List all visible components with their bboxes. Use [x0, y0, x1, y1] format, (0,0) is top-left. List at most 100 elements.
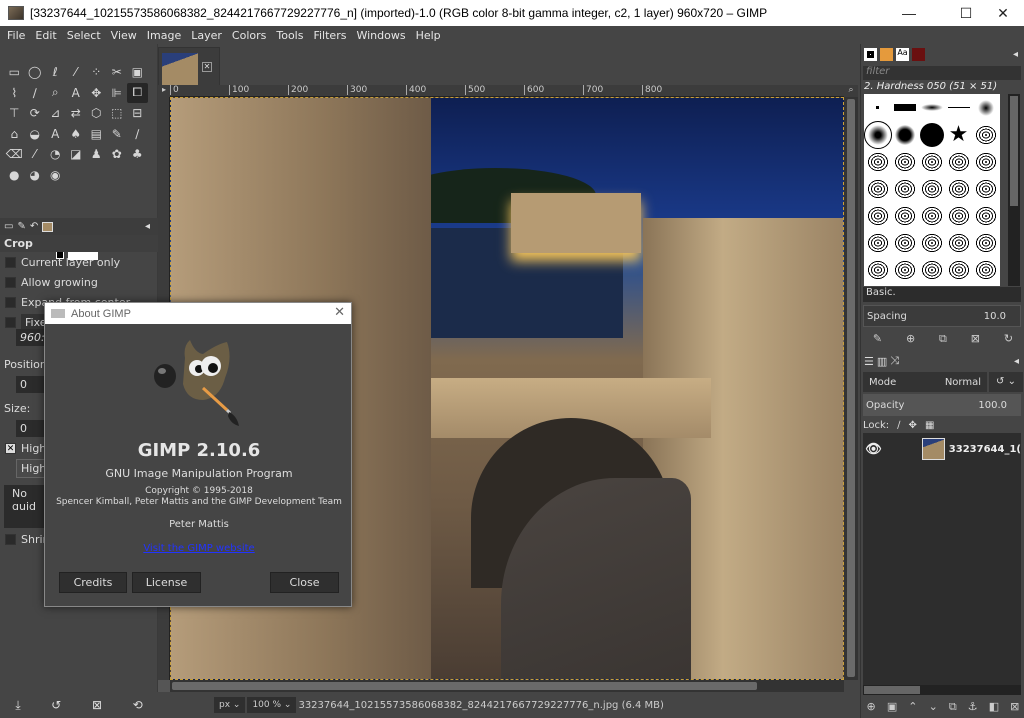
close-button[interactable]: Close [270, 572, 339, 593]
brush-preview[interactable] [891, 229, 918, 256]
brush-preview[interactable] [918, 202, 945, 229]
new-brush-icon[interactable]: ⊕ [906, 332, 915, 346]
color-picker-tool-icon[interactable]: ∕ [25, 83, 46, 104]
scrollbar-thumb[interactable] [1010, 96, 1018, 206]
patterns-tab-icon[interactable] [880, 47, 893, 61]
brush-preview[interactable] [864, 120, 892, 149]
minimize-button[interactable]: — [886, 0, 932, 26]
brush-preview[interactable] [972, 256, 999, 283]
scissors-tool-icon[interactable]: ✂ [107, 62, 128, 83]
brush-preview[interactable] [945, 256, 972, 283]
brush-preview[interactable] [918, 148, 945, 175]
composite-mode-dropdown[interactable]: ↺ ⌄ [989, 372, 1023, 392]
menu-tools[interactable]: Tools [271, 29, 308, 42]
menu-edit[interactable]: Edit [30, 29, 61, 42]
perspective-tool-icon[interactable]: ⬚ [107, 103, 128, 124]
save-options-icon[interactable]: ⤓ [15, 698, 20, 713]
bucket-fill-tool-icon[interactable]: ◒ [25, 124, 46, 145]
undo-history-tab-icon[interactable]: ↶ [30, 221, 38, 232]
delete-options-icon[interactable]: ⊠ [92, 698, 102, 712]
brush-preview[interactable] [945, 202, 972, 229]
dodge-tool-icon[interactable]: ◉ [45, 165, 66, 186]
scrollbar-thumb[interactable] [864, 686, 920, 694]
brush-preview[interactable] [918, 175, 945, 202]
checkbox-box[interactable] [5, 316, 16, 328]
handle-transform-tool-icon[interactable]: ⊟ [127, 103, 148, 124]
device-status-tab-icon[interactable]: ✎ [17, 221, 25, 232]
brush-preview[interactable] [972, 121, 999, 148]
delete-layer-icon[interactable]: ⊠ [1010, 700, 1019, 714]
brush-preview[interactable] [891, 94, 918, 121]
layer-name[interactable]: 33237644_1( [949, 444, 1021, 455]
checkbox-box[interactable] [5, 256, 16, 268]
image-tab[interactable]: ✕ [158, 47, 220, 87]
brush-preview[interactable] [918, 121, 945, 148]
clone-tool-icon[interactable]: ◔ [45, 144, 66, 165]
rotate-tool-icon[interactable]: ⟳ [25, 103, 46, 124]
brush-spacing-slider[interactable]: Spacing 10.0 [863, 305, 1021, 327]
brush-preview[interactable]: ★ [945, 121, 972, 148]
brush-preview[interactable] [864, 94, 891, 121]
brush-preview[interactable] [918, 256, 945, 283]
brush-preview[interactable] [891, 121, 918, 148]
images-tab-icon[interactable] [42, 221, 54, 232]
unit-dropdown[interactable]: px ⌄ [214, 697, 246, 713]
brush-preview[interactable] [918, 94, 945, 121]
menu-colors[interactable]: Colors [227, 29, 271, 42]
heal-tool-icon[interactable]: ◪ [66, 144, 87, 165]
layer-row[interactable]: 👁 33237644_1( [863, 433, 1021, 465]
scrollbar-thumb[interactable] [847, 99, 855, 677]
brush-preview[interactable] [945, 94, 972, 121]
brush-preview[interactable] [864, 175, 891, 202]
menu-file[interactable]: File [2, 29, 30, 42]
canvas-vertical-scrollbar[interactable] [844, 97, 858, 680]
blur-tool-icon[interactable]: ● [4, 165, 25, 186]
free-select-tool-icon[interactable]: ℓ [45, 62, 66, 83]
lock-pixels-icon[interactable]: ∕ [897, 420, 900, 431]
pencil-tool-icon[interactable]: ✎ [107, 124, 128, 145]
cage-tool-icon[interactable]: ⬡ [86, 103, 107, 124]
brush-preview[interactable] [972, 148, 999, 175]
brush-preview[interactable] [945, 229, 972, 256]
brush-preview[interactable] [864, 148, 891, 175]
menu-help[interactable]: Help [411, 29, 446, 42]
horizontal-ruler[interactable]: 0 100 200 300 400 500 600 700 800 [170, 85, 844, 97]
raise-layer-icon[interactable]: ⌃ [908, 700, 917, 714]
menu-select[interactable]: Select [62, 29, 106, 42]
menu-layer[interactable]: Layer [186, 29, 227, 42]
reset-options-icon[interactable]: ⟲ [133, 698, 143, 712]
foreground-select-tool-icon[interactable]: ▣ [127, 62, 148, 83]
airbrush-tool-icon[interactable]: ⁄ [25, 144, 46, 165]
menu-view[interactable]: View [106, 29, 142, 42]
smudge-tool-icon[interactable]: ♟ [86, 144, 107, 165]
menu-filters[interactable]: Filters [308, 29, 351, 42]
dodge-burn-tool-icon[interactable]: ✿ [107, 144, 128, 165]
brush-preview[interactable] [945, 148, 972, 175]
canvas-horizontal-scrollbar[interactable] [170, 680, 844, 692]
brush-preview[interactable] [864, 229, 891, 256]
eraser-tool-icon[interactable]: ⌫ [4, 144, 25, 165]
panel-menu-icon[interactable]: ◂ [145, 221, 150, 232]
brush-preview[interactable] [891, 256, 918, 283]
brush-preview[interactable] [918, 229, 945, 256]
unified-transform-tool-icon[interactable]: ⊤ [4, 103, 25, 124]
new-layer-group-icon[interactable]: ▣ [887, 700, 897, 714]
brush-preview[interactable] [972, 175, 999, 202]
rect-select-tool-icon[interactable]: ▭ [4, 62, 25, 83]
fonts-tab-icon[interactable]: Aa [896, 47, 909, 61]
brushes-tab-icon[interactable] [864, 47, 877, 61]
anchor-layer-icon[interactable]: ⚓ [968, 700, 978, 714]
mypaint-tool-icon[interactable]: ♣ [127, 144, 148, 165]
delete-brush-icon[interactable]: ⊠ [971, 332, 980, 346]
zoom-image-icon[interactable]: ⌕ [844, 85, 858, 97]
brush-preview[interactable] [891, 175, 918, 202]
checkbox-box[interactable] [5, 533, 16, 545]
new-layer-icon[interactable]: ⊕ [867, 700, 876, 714]
checkbox-box[interactable] [5, 276, 16, 288]
layer-mode-dropdown[interactable]: Mode Normal [863, 372, 987, 392]
brush-filter-input[interactable]: filter [863, 66, 1021, 80]
layers-tab-icon[interactable]: ☰ [864, 355, 874, 368]
flip-tool-icon[interactable]: ⇄ [66, 103, 87, 124]
lock-position-icon[interactable]: ✥ [909, 420, 917, 431]
paths-tool-icon[interactable]: ⌇ [4, 83, 25, 104]
